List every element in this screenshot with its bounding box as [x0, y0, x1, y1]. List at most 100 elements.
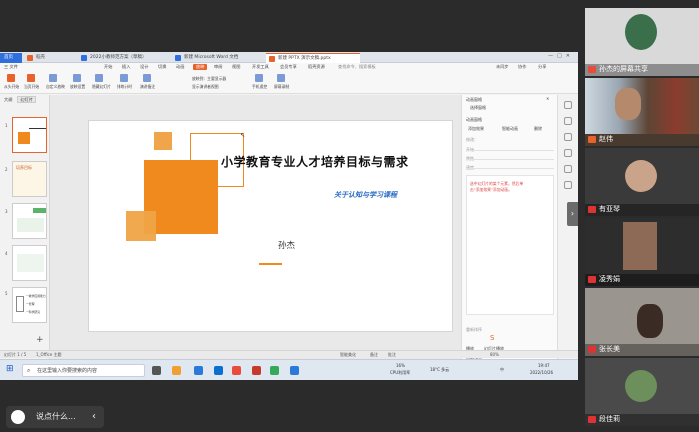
custom-show-button[interactable]: 自定义放映: [46, 74, 65, 90]
delete-button[interactable]: 删除: [534, 126, 542, 132]
tab-home[interactable]: 首页: [0, 53, 22, 63]
task-view-icon[interactable]: [152, 366, 161, 375]
thumb-title-line: [29, 128, 46, 129]
notes-button[interactable]: 备注: [370, 352, 378, 358]
display-target-select[interactable]: 放映到：主要显示器: [192, 76, 226, 82]
collaborate-button[interactable]: 协作: [518, 64, 526, 70]
docer-icon: [27, 55, 33, 61]
hide-slide-button[interactable]: 隐藏幻灯片: [92, 74, 111, 90]
menu-file[interactable]: 三 文件: [4, 64, 18, 70]
show-settings-button[interactable]: 放映设置: [70, 74, 85, 90]
meeting-app-icon[interactable]: [290, 366, 299, 375]
property-select[interactable]: [466, 155, 554, 160]
smart-animation-button[interactable]: 智能动画: [502, 126, 518, 132]
slide-thumbnail-3[interactable]: [12, 203, 47, 239]
participant-tile[interactable]: 有亚琴: [585, 148, 699, 216]
add-effect-button[interactable]: 添加效果: [468, 126, 484, 132]
participant-name: 赵伟: [599, 135, 613, 143]
slide-thumbnail-1[interactable]: [12, 117, 47, 153]
participant-tile[interactable]: 赵伟: [585, 78, 699, 146]
tab-doc-word[interactable]: 新建 Microsoft Word 文档: [172, 53, 264, 63]
speed-select[interactable]: [466, 164, 554, 169]
add-slide-icon[interactable]: +: [36, 335, 44, 345]
menu-home[interactable]: 开始: [104, 64, 112, 70]
clock-date[interactable]: 2022/10/26: [530, 370, 553, 375]
phone-icon: [255, 74, 263, 82]
play-from-start-button[interactable]: 从头开始: [4, 74, 19, 90]
tab-pptx[interactable]: 新建 PPTX 演示文稿.pptx: [266, 53, 360, 63]
layout-icon[interactable]: [564, 149, 572, 157]
cpu-usage: 16%: [396, 363, 405, 368]
close-icon[interactable]: ✕: [546, 96, 549, 101]
file-explorer-icon[interactable]: [172, 366, 181, 375]
search-command-input[interactable]: 查找命令、搜索模板: [338, 64, 376, 70]
slide-thumbnail-5[interactable]: 一教学应用能力 一管理 一科学研究: [12, 287, 47, 323]
mic-muted-icon: [588, 416, 596, 423]
play-current-button[interactable]: 当页开始: [24, 74, 39, 90]
windows-start-icon[interactable]: ⊞: [6, 364, 14, 374]
comments-button[interactable]: 批注: [388, 352, 396, 358]
participant-tile[interactable]: 孙杰的屏幕共享: [585, 8, 699, 76]
wps-taskbar-icon[interactable]: [232, 366, 241, 375]
unsynced-status[interactable]: 未同步: [496, 64, 509, 70]
app-icon-red[interactable]: [252, 366, 261, 375]
menu-animation[interactable]: 动画: [176, 64, 184, 70]
zoom-level[interactable]: 80%: [490, 352, 499, 357]
tab-label: 新建 PPTX 演示文稿.pptx: [278, 56, 331, 61]
window-controls[interactable]: —□✕: [548, 53, 574, 59]
slide-thumbnail-2[interactable]: 培养目标: [12, 161, 47, 197]
participant-tile[interactable]: 张长美: [585, 288, 699, 356]
mic-icon: [588, 136, 596, 143]
thumb-line: 一管理: [26, 302, 35, 306]
star-icon[interactable]: [564, 117, 572, 125]
taskbar-search[interactable]: ⌕ 在这里输入你要搜索的内容: [22, 364, 145, 377]
animation-pane-header: 动画窗格: [466, 97, 482, 102]
tab-doc-plan[interactable]: 2022小教师范方案（草稿）: [78, 53, 170, 63]
animation-icon[interactable]: [564, 101, 572, 109]
participant-name: 凌秀娟: [599, 275, 620, 283]
menu-docer-resources[interactable]: 稻壳资源: [308, 64, 325, 70]
phone-remote-button[interactable]: 手机遥控: [252, 74, 267, 90]
screen-record-button[interactable]: 屏幕录制: [274, 74, 289, 90]
expand-panel-button[interactable]: ›: [567, 202, 578, 226]
clock-time[interactable]: 19:47: [538, 363, 550, 368]
theme-name: 1_Office 主题: [36, 352, 62, 357]
rehearse-timing-button[interactable]: 排练计时: [117, 74, 132, 90]
slide-canvas[interactable]: 小学教育专业人才培养目标与需求 关于认知与学习课程 孙杰: [88, 120, 453, 332]
emoji-icon[interactable]: [11, 410, 25, 424]
menu-review[interactable]: 审阅: [214, 64, 222, 70]
menu-member[interactable]: 会员专享: [280, 64, 297, 70]
presenter-view-checkbox[interactable]: 显示演讲者视图: [192, 84, 219, 90]
app-icon-green[interactable]: [270, 366, 279, 375]
slide-thumbnail-4[interactable]: [12, 245, 47, 281]
share-button[interactable]: 分享: [538, 64, 546, 70]
outline-tab[interactable]: 大纲: [4, 97, 12, 102]
edge-icon[interactable]: [194, 366, 203, 375]
tab-docer[interactable]: 稻壳: [24, 53, 66, 63]
select-pane-link[interactable]: 选择窗格: [470, 105, 486, 111]
slides-tab[interactable]: 幻灯片: [17, 96, 36, 103]
wps-icon: S: [490, 334, 495, 342]
face: [615, 88, 641, 120]
store-icon[interactable]: [214, 366, 223, 375]
speaker-notes-button[interactable]: 演讲备注: [140, 74, 155, 90]
start-select[interactable]: [466, 146, 554, 151]
menu-transition[interactable]: 切换: [158, 64, 166, 70]
weather[interactable]: 18°C 多云: [430, 367, 449, 373]
tools-icon[interactable]: [564, 181, 572, 189]
slide-number: 3: [5, 209, 8, 214]
animation-list[interactable]: [466, 175, 554, 315]
meeting-stage: 首页 稻壳 2022小教师范方案（草稿） 新建 Microsoft Word 文…: [0, 0, 699, 432]
participant-tile[interactable]: 凌秀娟: [585, 218, 699, 286]
menu-design[interactable]: 设计: [140, 64, 148, 70]
chevron-left-icon[interactable]: ‹: [85, 406, 103, 428]
participant-tile[interactable]: 段佳莉: [585, 358, 699, 426]
menu-developer[interactable]: 开发工具: [252, 64, 269, 70]
smart-beautify-button[interactable]: 智能美化: [340, 352, 356, 358]
menu-slideshow[interactable]: 放映: [193, 64, 208, 70]
ime-indicator[interactable]: 中: [500, 367, 504, 373]
location-icon[interactable]: [564, 165, 572, 173]
menu-insert[interactable]: 插入: [122, 64, 130, 70]
menu-view[interactable]: 视图: [232, 64, 240, 70]
shape-icon[interactable]: [564, 133, 572, 141]
